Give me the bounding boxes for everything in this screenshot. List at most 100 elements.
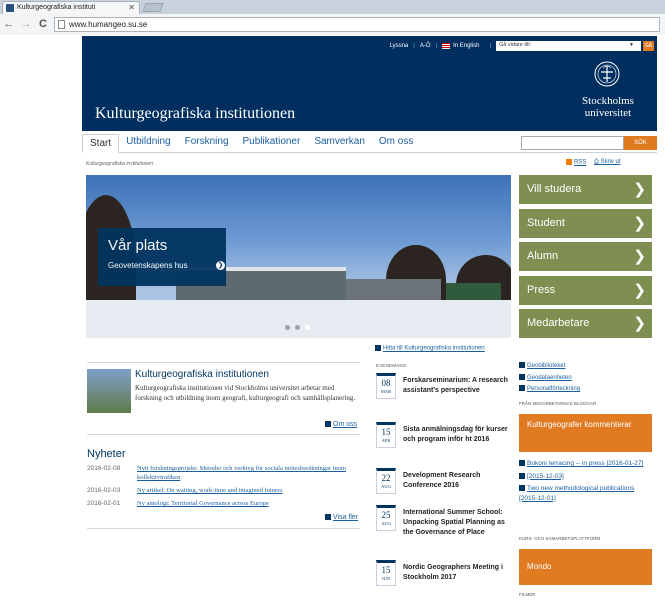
news-date: 2016-02-08 — [87, 465, 121, 472]
event-title[interactable]: Nordic Geographers Meeting i Stockholm 2… — [403, 563, 511, 583]
seal-icon — [594, 61, 620, 87]
sidebar-label: Student — [527, 216, 565, 229]
mondo-banner[interactable]: Mondo — [519, 549, 652, 585]
event-day: 15 — [381, 427, 391, 437]
hero-subtitle: Geovetenskapens hus — [108, 261, 188, 270]
blogs-label: FRÅN MEDARBETARNAS BLOGGAR — [519, 401, 597, 406]
event-month: MAR — [380, 389, 392, 394]
news-title[interactable]: Nytt forskningsprojekt: Metoder och verk… — [137, 464, 362, 482]
audience-menu: Vill studera ❯ Student ❯ Alumn ❯ Press ❯ Med… — [519, 175, 652, 343]
vill-studera-button[interactable]: Vill studera ❯ — [519, 175, 652, 204]
event-date: 15 JUN — [376, 560, 396, 586]
blog-post-label: Two new methodological publications [201… — [519, 485, 635, 502]
event-date: 25 AUG — [376, 505, 396, 531]
chevron-down-icon: ▼ — [629, 42, 634, 48]
alumn-button[interactable]: Alumn ❯ — [519, 242, 652, 272]
chevron-right-icon: ❯ — [633, 281, 646, 299]
chevron-right-icon: ❯ — [633, 181, 646, 198]
link-label: Personalförteckning — [527, 386, 581, 392]
search-button[interactable]: SÖK — [624, 136, 657, 150]
listen-link[interactable]: Lyssna — [389, 43, 408, 49]
student-button[interactable]: Student ❯ — [519, 208, 652, 238]
close-tab-icon[interactable]: ✕ — [128, 2, 135, 13]
visa-fler-link[interactable]: Visa fler — [325, 514, 358, 521]
event-title[interactable]: Forskarseminarium: A research assistant'… — [403, 376, 511, 396]
blog-post-link[interactable]: Bokoni terracing -- in press [2016-01-27… — [519, 459, 652, 469]
blog-post-link[interactable]: Two new methodological publications [201… — [519, 484, 652, 503]
geobiblioteket-link[interactable]: Geobiblioteket — [519, 361, 652, 373]
site-title[interactable]: Kulturgeografiska institutionen — [95, 105, 295, 123]
hero-caption[interactable]: Vår plats Geovetenskapens hus ❯ — [98, 228, 226, 286]
uk-flag-icon — [442, 42, 451, 49]
arrow-square-icon — [519, 460, 525, 467]
browser-navbar: ← → C www.humangeo.su.se — [0, 14, 665, 35]
browser-tab[interactable]: Kulturgeografiska instituti ✕ — [2, 1, 140, 14]
divider — [87, 362, 360, 363]
hero-image[interactable]: Vår plats Geovetenskapens hus ❯ — [86, 175, 511, 338]
rss-link[interactable]: RSS — [566, 159, 586, 166]
geodataenheten-link[interactable]: Geodataenheten — [519, 373, 652, 385]
arrow-square-icon — [519, 362, 525, 369]
goto-select[interactable]: Gå vidare till: ▼ — [496, 41, 641, 51]
snow-ground — [86, 300, 511, 338]
divider — [87, 434, 360, 435]
arrow-square-icon — [519, 485, 525, 492]
back-icon[interactable]: ← — [2, 17, 16, 31]
blog-post-label: Bokoni terracing -- in press [2016-01-27… — [527, 460, 644, 467]
arrow-right-icon: ❯ — [216, 261, 225, 270]
address-bar[interactable]: www.humangeo.su.se — [54, 17, 660, 32]
top-links: Lyssna | A-Ö | In English | Gå vidare ti… — [389, 40, 657, 52]
arrow-square-icon — [325, 421, 331, 428]
rss-label: RSS — [574, 159, 587, 166]
om-oss-link[interactable]: Om oss — [325, 421, 357, 428]
sidebar-label: Alumn — [527, 250, 559, 263]
nav-utbildning[interactable]: Utbildning — [119, 133, 177, 152]
sidebar-label: Press — [527, 283, 556, 296]
map-link[interactable]: Hitta till Kulturgeografiska institution… — [375, 345, 485, 352]
quick-links: Geobiblioteket Geodataenheten Personalfö… — [519, 361, 652, 396]
blog-banner[interactable]: Kulturgeografer kommenterar — [519, 414, 652, 452]
tab-title: Kulturgeografiska instituti — [17, 4, 96, 11]
logo-text-2: universitet — [584, 107, 632, 119]
logo-text-1: Stockholms — [582, 95, 634, 107]
breadcrumb[interactable]: Kulturgeografiska institutionen — [86, 161, 153, 167]
event-day: 08 — [381, 378, 391, 388]
news-title[interactable]: Ny artikel: On waiting, work-time and im… — [137, 486, 362, 495]
nav-start[interactable]: Start — [82, 134, 120, 153]
event-title[interactable]: Sista anmälningsdag för kurser och progr… — [403, 425, 511, 445]
forward-icon[interactable]: → — [19, 17, 33, 31]
carousel-dot[interactable] — [285, 325, 290, 330]
nav-samverkan[interactable]: Samverkan — [307, 133, 372, 152]
press-button[interactable]: Press ❯ — [519, 275, 652, 305]
arrow-square-icon — [325, 514, 331, 521]
english-link[interactable]: In English — [442, 42, 484, 49]
blog-posts: Bokoni terracing -- in press [2016-01-27… — [519, 459, 652, 506]
rss-icon — [566, 159, 572, 165]
new-tab-button[interactable] — [142, 3, 164, 12]
search-input[interactable] — [521, 136, 624, 150]
nav-forskning[interactable]: Forskning — [178, 133, 236, 152]
intro-photo — [87, 369, 131, 413]
personalforteckning-link[interactable]: Personalförteckning — [519, 384, 652, 396]
visa-fler-label: Visa fler — [333, 514, 359, 521]
event-title[interactable]: Development Research Conference 2016 — [403, 471, 511, 491]
nav-publikationer[interactable]: Publikationer — [236, 133, 308, 152]
news-title[interactable]: Ny antologi: Territorial Governance acro… — [137, 499, 362, 508]
print-link[interactable]: ⎙ Skriv ut — [594, 159, 620, 166]
go-button[interactable]: GÅ — [643, 41, 654, 51]
university-logo[interactable]: Stockholms universitet — [573, 60, 643, 126]
event-title[interactable]: International Summer School: Unpacking S… — [403, 508, 511, 538]
a-o-link[interactable]: A-Ö — [420, 43, 431, 49]
om-oss-label: Om oss — [333, 421, 358, 428]
hero-title: Vår plats — [108, 237, 168, 254]
building-shape — [446, 283, 501, 301]
sidebar-label: Vill studera — [527, 183, 582, 195]
carousel-dot[interactable] — [295, 325, 300, 330]
reload-icon[interactable]: C — [36, 17, 50, 31]
carousel-dot-active[interactable] — [305, 325, 310, 330]
event-month: JUN — [381, 576, 391, 581]
event-month: AUG — [381, 521, 391, 526]
medarbetare-button[interactable]: Medarbetare ❯ — [519, 309, 652, 339]
blog-post-link[interactable]: [2015-12-03] — [519, 472, 652, 482]
nav-om-oss[interactable]: Om oss — [372, 133, 420, 152]
